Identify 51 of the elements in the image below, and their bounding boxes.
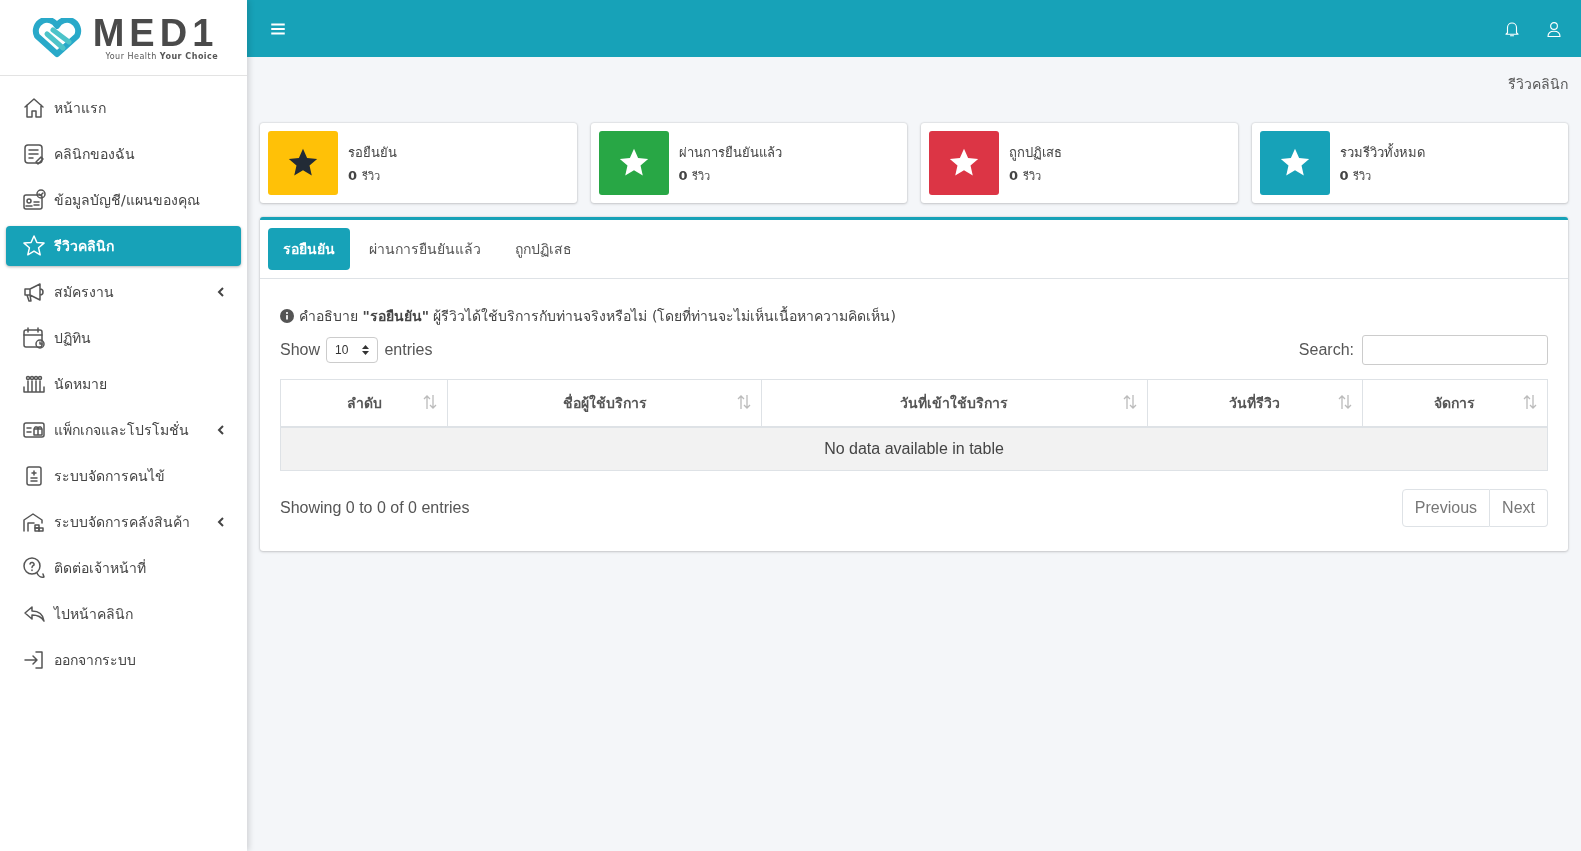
description-text: คำอธิบาย "รอยืนยัน" ผู้รีวิวได้ใช้บริการกับท่านจริงหรือไม่ (โดยที่ท่านจะไม่เห็นเนื้อหาความคิดเห็น) <box>299 305 896 327</box>
stat-count: 0 รีวิว <box>1009 166 1042 185</box>
sidebar-item[interactable]: หน้าแรก <box>6 88 241 128</box>
stat-count: 0 รีวิว <box>1339 166 1373 185</box>
warehouse-icon <box>22 510 46 534</box>
logo-tagline: Your Health Your Choice <box>105 52 219 61</box>
stat-count: 0 รีวิว <box>348 166 381 185</box>
star-icon <box>22 234 46 258</box>
stat-label: รอยืนยัน <box>348 143 397 162</box>
sort-arrows-icon <box>423 394 438 410</box>
entries-label: entries <box>384 341 433 359</box>
tab[interactable]: ผ่านการยืนยันแล้ว <box>354 228 496 270</box>
home-icon <box>22 96 46 120</box>
sidebar-item[interactable]: สมัครงาน <box>6 272 241 312</box>
logout-icon <box>22 648 46 672</box>
sidebar-item[interactable]: ไปหน้าคลินิก <box>6 594 241 634</box>
bell-icon[interactable] <box>1503 19 1521 38</box>
breadcrumb: รีวิวคลินิก <box>1508 76 1568 92</box>
info-icon <box>280 309 294 323</box>
sort-arrows-icon <box>1523 394 1537 410</box>
logo-text: MED1 <box>92 14 219 52</box>
sidebar-item[interactable]: คลินิกของฉัน <box>6 134 241 174</box>
document-icon <box>22 142 46 166</box>
sidebar-item[interactable]: ข้อมูลบัญชี/แผนของคุณ <box>6 180 241 220</box>
sidebar-item[interactable]: นัดหมาย <box>6 364 241 404</box>
id-card-icon <box>22 188 46 212</box>
sidebar-item[interactable]: ออกจากระบบ <box>6 640 241 680</box>
search-field[interactable] <box>1362 335 1548 365</box>
question-chat-icon <box>22 556 46 580</box>
stat-label: รวมรีวิวทั้งหมด <box>1339 142 1425 162</box>
sort-arrows-icon <box>1337 394 1352 410</box>
sort-arrows-icon <box>737 394 752 410</box>
tab[interactable]: ถูกปฏิเสธ <box>500 228 587 270</box>
stat-count: 0 รีวิว <box>678 166 712 185</box>
empty-table-message: No data available in table <box>280 427 1548 471</box>
sort-caret-icon <box>362 345 370 355</box>
stat-label: ถูกปฏิเสธ <box>1009 143 1062 163</box>
calendar-icon <box>22 326 46 350</box>
table-info: Showing 0 to 0 of 0 entries <box>280 499 470 517</box>
sort-arrows-icon <box>1122 394 1137 410</box>
sidebar-item[interactable]: ติดต่อเจ้าหน้าที่ <box>6 548 241 588</box>
sidebar-item[interactable]: ระบบจัดการคนไข้ <box>6 456 241 496</box>
sidebar-item[interactable]: แพ็กเกจและโปรโมชั่น <box>6 410 241 450</box>
sidebar-item[interactable]: ระบบจัดการคลังสินค้า <box>6 502 241 542</box>
stat-label: ผ่านการยืนยันแล้ว <box>678 143 782 162</box>
entries-select[interactable]: 10 <box>326 337 379 363</box>
sidebar-item[interactable]: ปฏิทิน <box>6 318 241 358</box>
megaphone-icon <box>22 280 46 304</box>
user-icon[interactable] <box>1545 19 1563 38</box>
show-label: Show <box>280 341 321 359</box>
search-label: Search: <box>1298 341 1354 359</box>
